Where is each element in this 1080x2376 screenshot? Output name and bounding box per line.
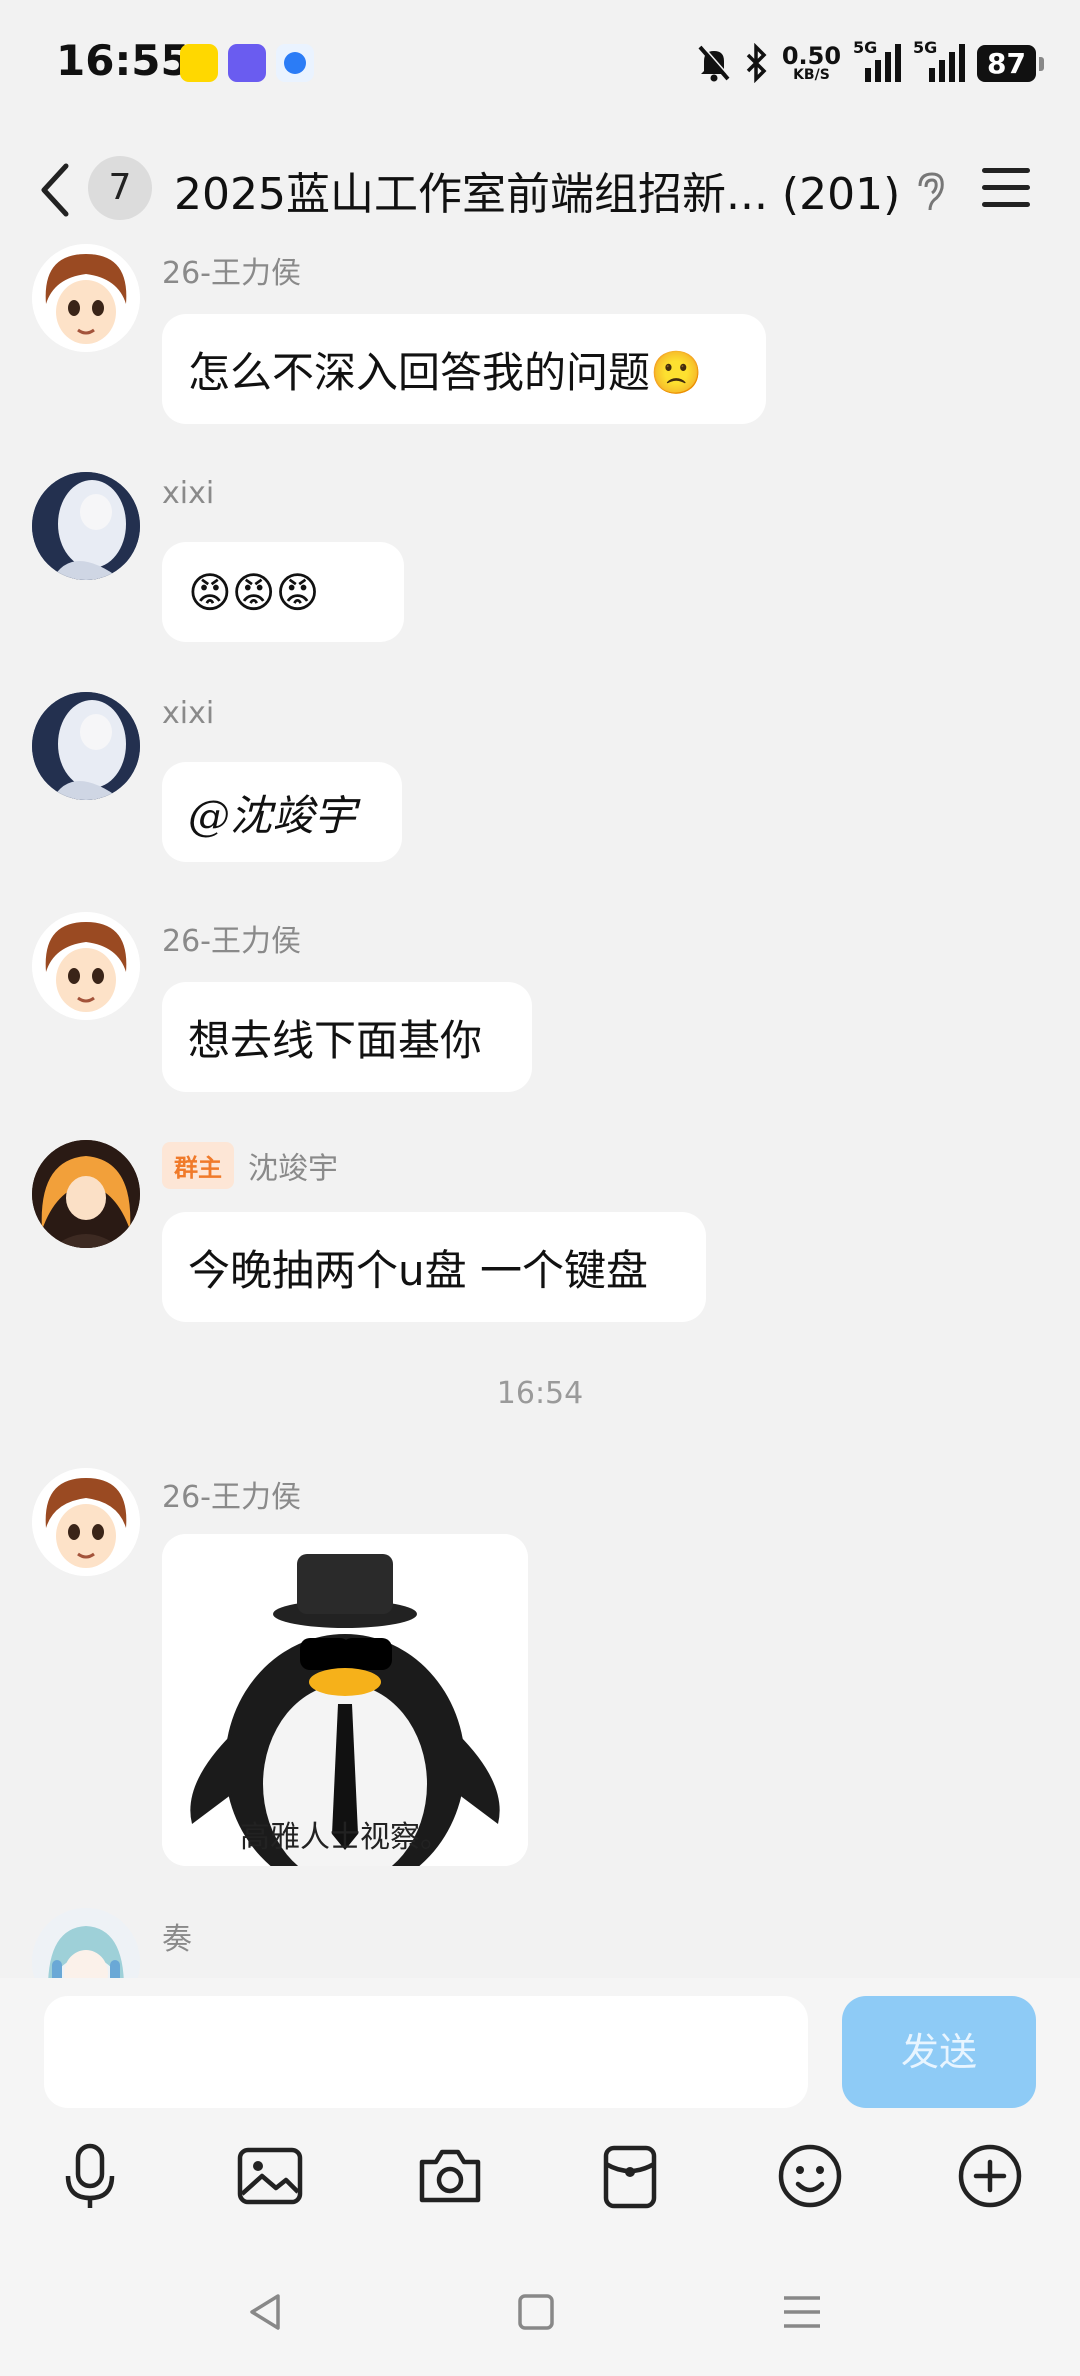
sender-name: 26-王力侯	[162, 1480, 301, 1515]
status-bar: 16:55 0.50 KB/S 5G 5G 87	[0, 0, 1080, 130]
message-timestamp: 16:54	[496, 1376, 584, 1411]
sender-name: 奏	[162, 1922, 192, 1957]
ear-mode-icon[interactable]	[912, 170, 948, 218]
sender-name: 26-王力侯	[162, 256, 301, 291]
square-home-icon	[518, 2294, 554, 2330]
message-bubble[interactable]: 想去线下面基你	[162, 982, 532, 1092]
message-bubble[interactable]: 😡😡😡	[162, 542, 404, 642]
app-notification-icon-1	[180, 44, 218, 82]
emoji-icon[interactable]	[774, 2140, 846, 2212]
recents-menu-icon	[784, 2296, 820, 2328]
message-input[interactable]	[44, 1996, 808, 2108]
network-speed: 0.50 KB/S	[781, 42, 842, 83]
nav-home-button[interactable]	[514, 2290, 558, 2338]
back-button[interactable]	[36, 160, 76, 224]
camera-icon[interactable]	[414, 2140, 486, 2212]
nav-back-button[interactable]	[244, 2290, 288, 2338]
message-bubble[interactable]: 怎么不深入回答我的问题🙁	[162, 314, 766, 424]
status-icons: 0.50 KB/S 5G 5G 87	[696, 38, 1044, 88]
sticker-caption: 高雅人士视察。	[240, 1820, 450, 1855]
avatar[interactable]	[32, 692, 140, 800]
status-time: 16:55	[56, 36, 190, 85]
unread-count-badge[interactable]: 7	[88, 156, 152, 220]
sender-name: 26-王力侯	[162, 924, 301, 959]
mute-bell-icon	[698, 44, 731, 82]
mic-icon[interactable]	[54, 2140, 126, 2212]
menu-button[interactable]	[980, 166, 1032, 214]
triangle-back-icon	[250, 2294, 280, 2330]
sender-name: 沈竣宇	[248, 1151, 338, 1187]
chevron-left-icon	[41, 163, 69, 217]
avatar[interactable]	[32, 472, 140, 580]
sticker-message[interactable]: 高雅人士视察。	[162, 1534, 528, 1866]
avatar[interactable]	[32, 1140, 140, 1248]
message-bubble[interactable]: 今晚抽两个u盘 一个键盘	[162, 1212, 706, 1322]
battery-indicator: 87	[977, 44, 1044, 82]
app-notification-icon-3	[276, 44, 314, 82]
sender-name: xixi	[162, 476, 215, 511]
signal-5g-2: 5G	[913, 38, 966, 82]
avatar[interactable]	[32, 1468, 140, 1576]
message-bubble[interactable]: @沈竣宇	[162, 762, 402, 862]
red-packet-icon[interactable]	[594, 2140, 666, 2212]
avatar[interactable]	[32, 244, 140, 352]
app-notification-icon-2	[228, 44, 266, 82]
nav-recents-button[interactable]	[780, 2290, 824, 2338]
sender-row: 群主 沈竣宇	[162, 1142, 338, 1189]
signal-5g-1: 5G	[853, 38, 902, 82]
chat-title[interactable]: 2025蓝山工作室前端组招新... (201)	[174, 158, 900, 222]
send-button[interactable]: 发送	[842, 1996, 1036, 2108]
sender-name: xixi	[162, 696, 215, 731]
plus-icon[interactable]	[954, 2140, 1026, 2212]
bluetooth-icon	[746, 43, 767, 83]
hamburger-icon	[982, 168, 1030, 207]
avatar[interactable]	[32, 912, 140, 1020]
group-owner-badge: 群主	[162, 1142, 234, 1189]
image-icon[interactable]	[234, 2140, 306, 2212]
